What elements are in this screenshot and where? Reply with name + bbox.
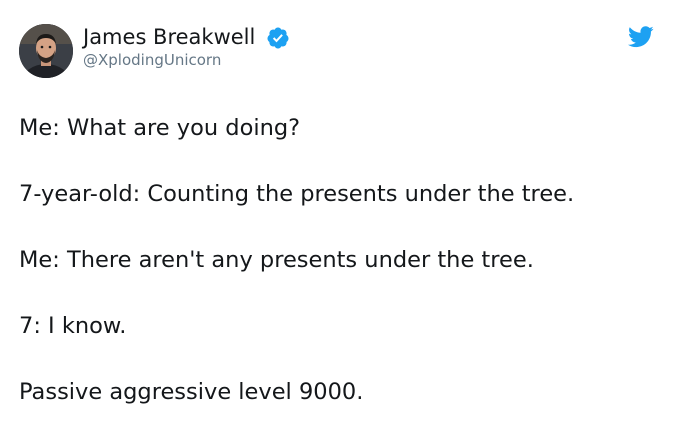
twitter-bird-icon[interactable] [628,26,654,48]
tweet-line: Passive aggressive level 9000. [19,379,364,405]
verified-badge-icon [267,27,289,49]
tweet-line: Me: What are you doing? [19,115,301,141]
tweet-line: Me: There aren't any presents under the … [19,247,534,273]
tweet-card: James Breakwell @XplodingUnicorn Me: Wha… [0,0,680,412]
tweet-text: Me: What are you doing? 7-year-old: Coun… [19,112,669,442]
author-avatar[interactable] [19,24,73,78]
tweet-line: 7: I know. [19,313,127,339]
avatar-image [19,24,73,78]
author-handle[interactable]: @XplodingUnicorn [83,51,221,69]
author-display-name[interactable]: James Breakwell [83,24,255,50]
tweet-line: 7-year-old: Counting the presents under … [19,181,575,207]
